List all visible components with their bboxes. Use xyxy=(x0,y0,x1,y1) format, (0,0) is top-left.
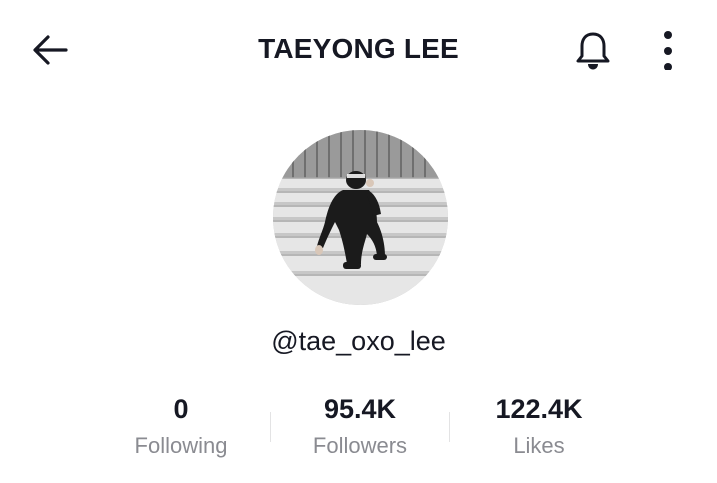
profile-photo xyxy=(273,130,448,305)
stat-followers[interactable]: 95.4K Followers xyxy=(270,392,450,460)
username: @tae_oxo_lee xyxy=(271,326,446,356)
notifications-button[interactable] xyxy=(569,27,617,75)
header: TAEYONG LEE xyxy=(0,0,717,100)
bell-icon xyxy=(576,32,610,70)
following-label: Following xyxy=(134,433,228,458)
avatar[interactable] xyxy=(273,130,448,305)
likes-count: 122.4K xyxy=(495,394,583,424)
followers-count: 95.4K xyxy=(323,394,397,424)
profile-screen: TAEYONG LEE @tae_oxo_lee 0 Following 95.… xyxy=(0,0,717,483)
following-count: 0 xyxy=(173,394,189,424)
more-vertical-icon xyxy=(664,31,672,70)
likes-label: Likes xyxy=(513,433,565,458)
more-options-button[interactable] xyxy=(650,26,686,74)
stat-following[interactable]: 0 Following xyxy=(91,392,271,460)
followers-label: Followers xyxy=(312,433,408,458)
stat-likes[interactable]: 122.4K Likes xyxy=(449,392,629,460)
